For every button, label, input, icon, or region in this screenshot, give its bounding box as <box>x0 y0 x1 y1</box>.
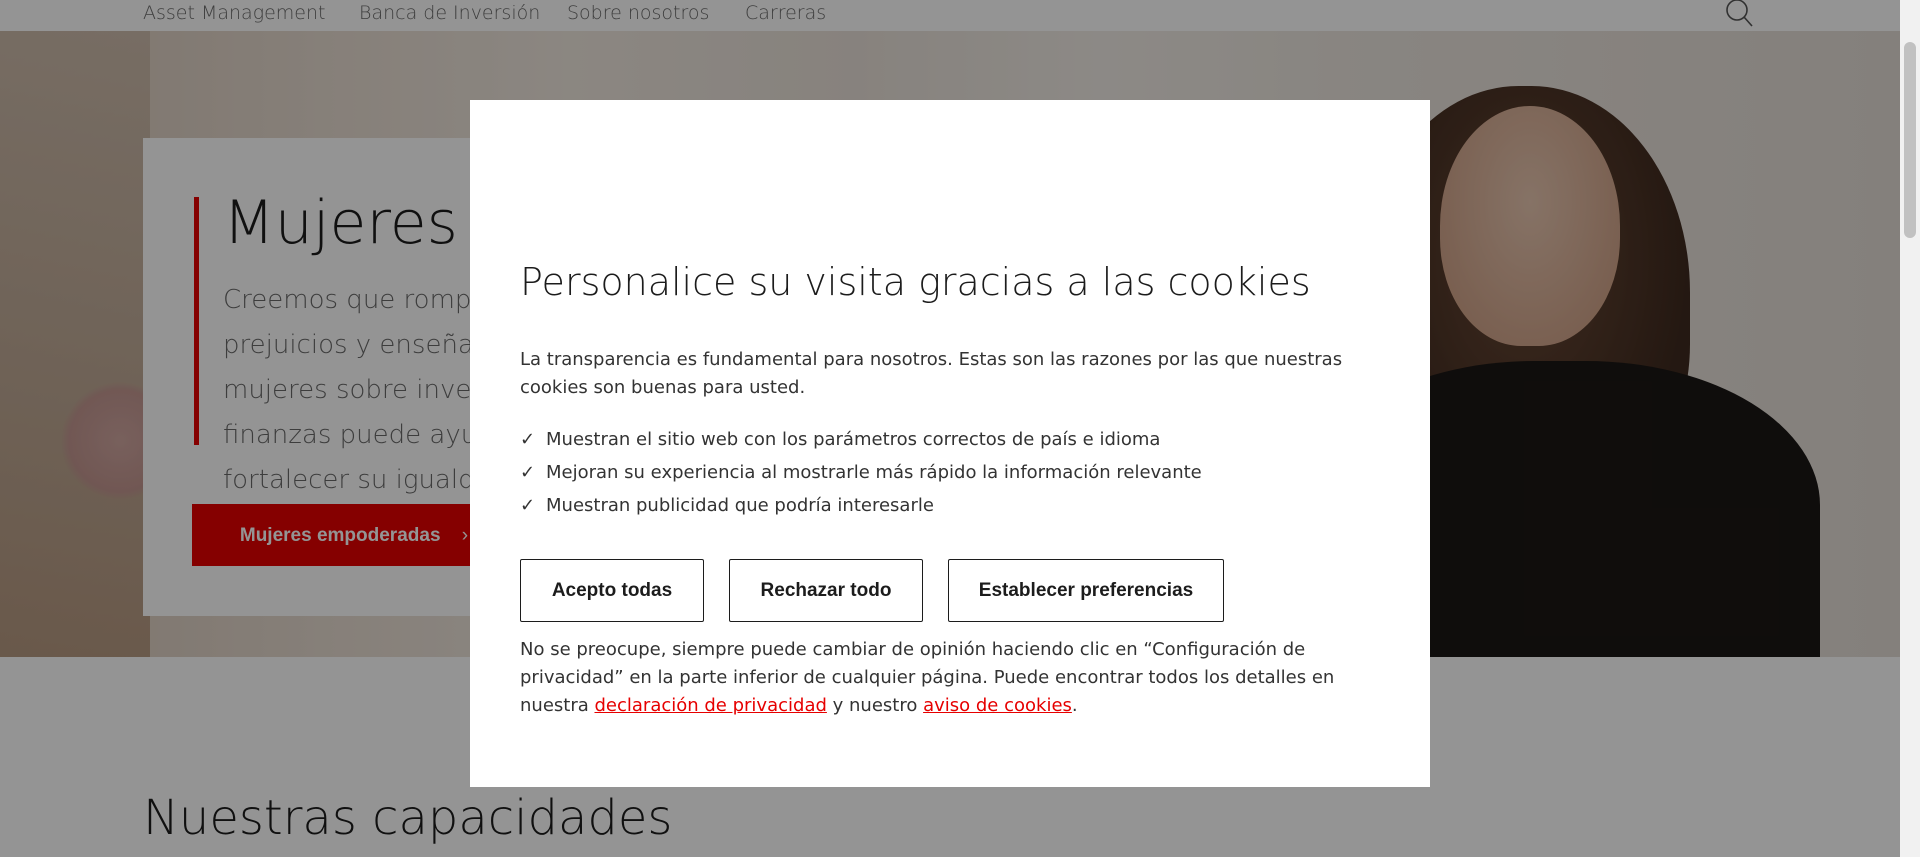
modal-title: Personalice su visita gracias a las cook… <box>520 260 1311 304</box>
check-icon: ✓ <box>520 462 536 483</box>
privacy-statement-link[interactable]: declaración de privacidad <box>594 695 826 716</box>
list-item: ✓ Muestran el sitio web con los parámetro… <box>520 423 1202 456</box>
accept-all-button[interactable]: Acepto todas <box>520 559 704 622</box>
scrollbar-thumb[interactable] <box>1904 42 1916 238</box>
modal-intro: La transparencia es fundamental para nos… <box>520 349 1343 398</box>
set-preferences-button[interactable]: Establecer preferencias <box>948 559 1224 622</box>
reason-text: Muestran publicidad que podría interesar… <box>546 495 934 516</box>
modal-footer-text: No se preocupe, siempre puede cambiar de… <box>520 636 1390 720</box>
reason-text: Mejoran su experiencia al mostrarle más … <box>546 462 1202 483</box>
page-scrollbar[interactable] <box>1900 0 1920 857</box>
reject-all-button[interactable]: Rechazar todo <box>729 559 923 622</box>
list-item: ✓ Muestran publicidad que podría interesa… <box>520 489 1202 522</box>
footer-text-after: . <box>1071 695 1078 716</box>
reason-text: Muestran el sitio web con los parámetros… <box>546 429 1161 450</box>
cookie-notice-link[interactable]: aviso de cookies <box>923 695 1072 716</box>
footer-text-middle: y nuestro <box>826 695 924 716</box>
list-item: ✓ Mejoran su experiencia al mostrarle más… <box>520 456 1202 489</box>
check-icon: ✓ <box>520 429 536 450</box>
cookie-consent-modal: Personalice su visita gracias a las cook… <box>470 100 1430 787</box>
check-icon: ✓ <box>520 495 536 516</box>
cookie-reasons-list: ✓ Muestran el sitio web con los parámetro… <box>520 423 1202 522</box>
